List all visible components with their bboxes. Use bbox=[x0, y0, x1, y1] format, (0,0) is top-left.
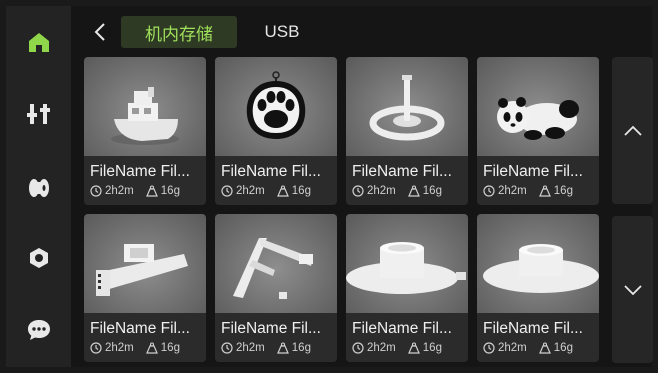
file-preview-image bbox=[215, 57, 337, 156]
file-card[interactable]: FileName Fil... 2h2m 16g bbox=[215, 214, 337, 362]
file-name: FileName Fil... bbox=[221, 320, 321, 337]
nav-filament-button[interactable] bbox=[6, 156, 71, 220]
scroll-down-button[interactable] bbox=[612, 216, 653, 363]
file-preview-image bbox=[346, 57, 468, 156]
clock-icon bbox=[483, 342, 495, 354]
clock-icon bbox=[90, 342, 102, 354]
nut-settings-icon bbox=[29, 248, 48, 268]
file-preview-image bbox=[477, 57, 599, 156]
file-name: FileName Fil... bbox=[483, 320, 583, 337]
print-time: 2h2m bbox=[236, 185, 265, 197]
print-time: 2h2m bbox=[105, 185, 134, 197]
main-panel: 机内存储 USB FileName Fil... 2h2m 16g FileNa… bbox=[71, 6, 653, 367]
clock-icon bbox=[221, 185, 233, 197]
file-preview-image bbox=[346, 214, 468, 313]
sliders-icon bbox=[26, 104, 50, 124]
file-card[interactable]: FileName Fil... 2h2m 16g bbox=[346, 57, 468, 205]
file-meta: 2h2m 16g bbox=[483, 342, 573, 354]
weight-icon bbox=[145, 185, 158, 197]
file-name: FileName Fil... bbox=[352, 163, 452, 180]
chat-bubble-icon bbox=[27, 320, 50, 340]
filament-weight: 16g bbox=[553, 185, 573, 197]
filament-weight: 16g bbox=[160, 185, 180, 197]
print-time: 2h2m bbox=[498, 185, 527, 197]
weight-icon bbox=[407, 185, 420, 197]
file-meta: 2h2m 16g bbox=[90, 342, 180, 354]
clock-icon bbox=[221, 342, 233, 354]
file-meta: 2h2m 16g bbox=[90, 185, 180, 197]
file-meta: 2h2m 16g bbox=[352, 342, 442, 354]
sidebar bbox=[6, 6, 71, 367]
home-icon bbox=[28, 33, 49, 52]
print-time: 2h2m bbox=[367, 342, 396, 354]
weight-icon bbox=[407, 342, 420, 354]
chevron-left-icon bbox=[94, 23, 105, 41]
print-time: 2h2m bbox=[367, 185, 396, 197]
nav-settings-button[interactable] bbox=[6, 226, 71, 290]
tab-internal-storage[interactable]: 机内存储 bbox=[121, 16, 237, 48]
chevron-down-icon bbox=[623, 284, 642, 295]
file-name: FileName Fil... bbox=[483, 163, 583, 180]
weight-icon bbox=[276, 342, 289, 354]
tab-usb[interactable]: USB bbox=[247, 16, 317, 48]
back-button[interactable] bbox=[89, 19, 111, 45]
file-card[interactable]: FileName Fil... 2h2m 16g bbox=[346, 214, 468, 362]
print-time: 2h2m bbox=[236, 342, 265, 354]
nav-messages-button[interactable] bbox=[6, 298, 71, 362]
filament-weight: 16g bbox=[553, 342, 573, 354]
top-bar: 机内存储 USB bbox=[71, 6, 652, 58]
clock-icon bbox=[352, 185, 364, 197]
file-preview-image bbox=[477, 214, 599, 313]
file-meta: 2h2m 16g bbox=[221, 342, 311, 354]
file-card[interactable]: FileName Fil... 2h2m 16g bbox=[84, 214, 206, 362]
file-meta: 2h2m 16g bbox=[483, 185, 573, 197]
weight-icon bbox=[276, 185, 289, 197]
clock-icon bbox=[483, 185, 495, 197]
weight-icon bbox=[538, 185, 551, 197]
file-name: FileName Fil... bbox=[352, 320, 452, 337]
filament-spool-icon bbox=[28, 179, 49, 197]
filament-weight: 16g bbox=[291, 342, 311, 354]
filament-weight: 16g bbox=[422, 185, 442, 197]
filament-weight: 16g bbox=[422, 342, 442, 354]
scroll-up-button[interactable] bbox=[612, 57, 653, 204]
file-card[interactable]: FileName Fil... 2h2m 16g bbox=[477, 57, 599, 205]
file-name: FileName Fil... bbox=[221, 163, 321, 180]
filament-weight: 16g bbox=[160, 342, 180, 354]
file-meta: 2h2m 16g bbox=[221, 185, 311, 197]
clock-icon bbox=[352, 342, 364, 354]
weight-icon bbox=[145, 342, 158, 354]
file-card[interactable]: FileName Fil... 2h2m 16g bbox=[215, 57, 337, 205]
file-preview-image bbox=[215, 214, 337, 313]
file-name: FileName Fil... bbox=[90, 320, 190, 337]
clock-icon bbox=[90, 185, 102, 197]
file-meta: 2h2m 16g bbox=[352, 185, 442, 197]
nav-controls-button[interactable] bbox=[6, 82, 71, 146]
file-preview-image bbox=[84, 57, 206, 156]
file-preview-image bbox=[84, 214, 206, 313]
file-grid: FileName Fil... 2h2m 16g FileName Fil...… bbox=[84, 57, 606, 363]
chevron-up-icon bbox=[623, 125, 642, 136]
print-time: 2h2m bbox=[498, 342, 527, 354]
file-name: FileName Fil... bbox=[90, 163, 190, 180]
print-time: 2h2m bbox=[105, 342, 134, 354]
weight-icon bbox=[538, 342, 551, 354]
nav-home-button[interactable] bbox=[6, 10, 71, 74]
filament-weight: 16g bbox=[291, 185, 311, 197]
file-card[interactable]: FileName Fil... 2h2m 16g bbox=[84, 57, 206, 205]
file-card[interactable]: FileName Fil... 2h2m 16g bbox=[477, 214, 599, 362]
